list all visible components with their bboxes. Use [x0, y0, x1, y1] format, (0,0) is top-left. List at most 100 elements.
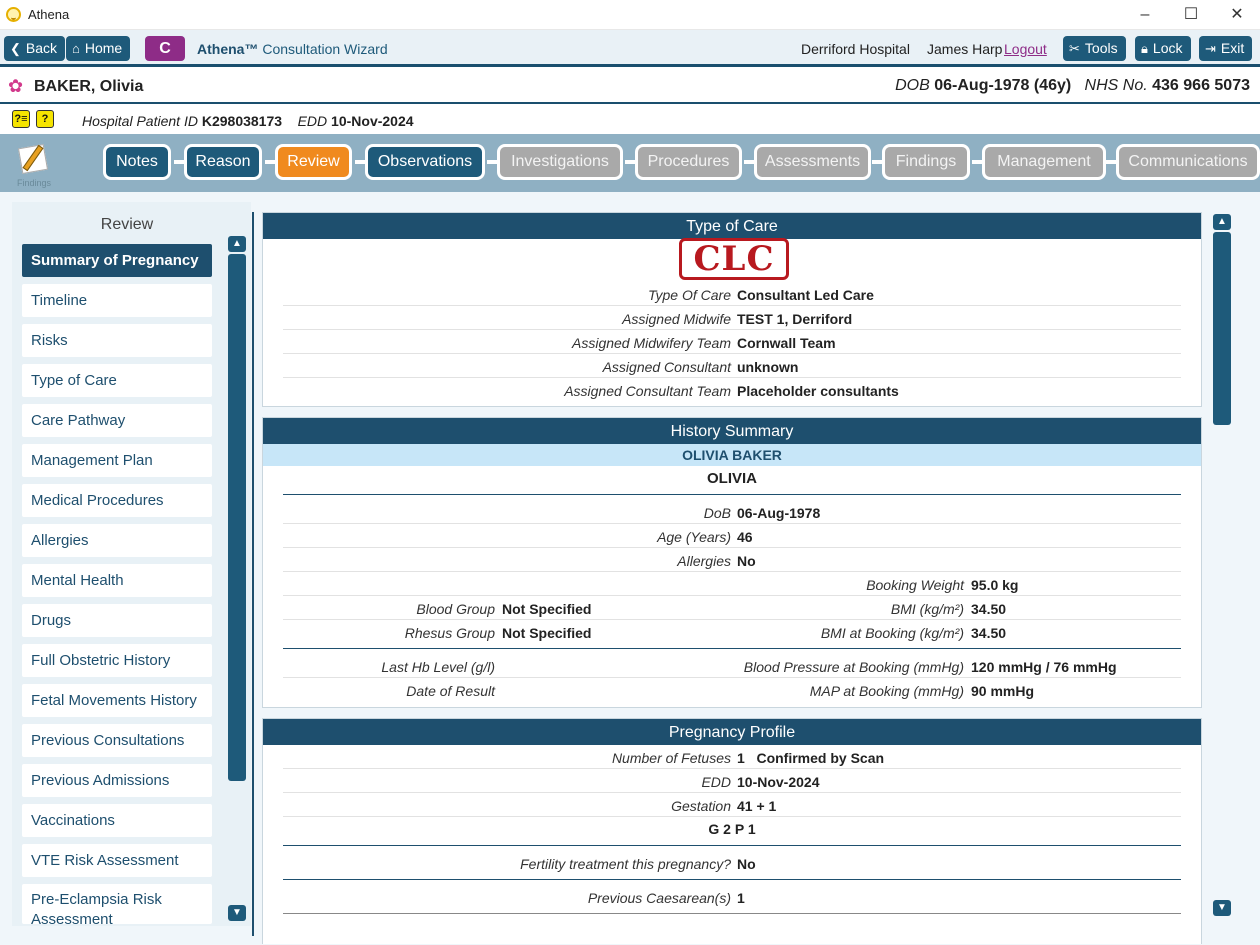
tab-assessments[interactable]: Assessments	[744, 144, 871, 180]
close-window-button[interactable]: ✕	[1214, 0, 1260, 30]
summary-content: Type of Care CLC Type Of Care Consultant…	[262, 212, 1203, 944]
hb-level-label: Last Hb Level (g/l)	[381, 659, 495, 675]
gestation-label: Gestation	[671, 798, 731, 814]
findings-shortcut[interactable]: Findings	[14, 142, 54, 188]
home-button[interactable]: ⌂ Home	[66, 36, 131, 61]
nav-fetal-movements-history[interactable]: Fetal Movements History	[22, 684, 212, 717]
history-summary-header: History Summary	[263, 418, 1201, 444]
caesarean-value: 1	[737, 890, 745, 906]
patient-subbar: ?≡ ? Hospital Patient ID K298038173 EDD …	[0, 106, 1260, 134]
nav-allergies[interactable]: Allergies	[22, 524, 212, 557]
tab-management[interactable]: Management	[972, 144, 1106, 180]
detail-row: Previous Caesarean(s) 1	[283, 885, 1181, 909]
tab-findings[interactable]: Findings	[872, 144, 970, 180]
detail-label: Assigned Midwifery Team	[572, 335, 731, 351]
c-button[interactable]: C	[145, 36, 185, 61]
nav-scroll-down-icon[interactable]: ▼	[228, 905, 246, 921]
nav-risks[interactable]: Risks	[22, 324, 212, 357]
wizard-name: Consultation Wizard	[262, 41, 388, 57]
review-nav: Review Summary of Pregnancy Timeline Ris…	[12, 202, 251, 928]
content-scrollbar[interactable]	[1213, 232, 1231, 425]
lock-icon: 🔒︎	[1141, 41, 1148, 56]
help-icon[interactable]: ?	[36, 110, 54, 128]
tab-reason[interactable]: Reason	[174, 144, 262, 180]
maximize-button[interactable]: ☐	[1168, 0, 1214, 30]
tab-observations[interactable]: Observations	[355, 144, 485, 180]
fetuses-label: Number of Fetuses	[611, 750, 731, 766]
detail-row: Last Hb Level (g/l) Blood Pressure at Bo…	[283, 654, 1181, 678]
back-button[interactable]: ❮ Back	[4, 36, 66, 61]
lock-button[interactable]: 🔒︎ Lock	[1135, 36, 1191, 61]
nav-vaccinations[interactable]: Vaccinations	[22, 804, 212, 837]
bmi-booking-value: 34.50	[971, 625, 1007, 641]
gravida-parity: G 2 P 1	[708, 821, 756, 837]
tools-button[interactable]: ✂ Tools	[1063, 36, 1126, 61]
nav-previous-consultations[interactable]: Previous Consultations	[22, 724, 212, 757]
fetuses-value: 1 Confirmed by Scan	[737, 750, 884, 766]
detail-label: DoB	[703, 505, 731, 521]
detail-row: Assigned Consultant unknown	[283, 354, 1181, 378]
map-booking-label: MAP at Booking (mmHg)	[809, 683, 964, 699]
nhs-label: NHS No.	[1084, 77, 1148, 94]
nav-scroll-up-icon[interactable]: ▲	[228, 236, 246, 252]
detail-row: Gestation 41 + 1	[283, 793, 1181, 817]
detail-label: Assigned Consultant	[602, 359, 731, 375]
nav-previous-admissions[interactable]: Previous Admissions	[22, 764, 212, 797]
nav-care-pathway[interactable]: Care Pathway	[22, 404, 212, 437]
alert-list-icon[interactable]: ?≡	[12, 110, 30, 128]
nav-mental-health[interactable]: Mental Health	[22, 564, 212, 597]
nav-management-plan[interactable]: Management Plan	[22, 444, 212, 477]
detail-row: Number of Fetuses 1 Confirmed by Scan	[283, 745, 1181, 769]
lock-label: Lock	[1152, 40, 1183, 56]
content-scroll-up-icon[interactable]: ▲	[1213, 214, 1231, 230]
exit-icon: ⇥	[1205, 41, 1216, 56]
nav-medical-procedures[interactable]: Medical Procedures	[22, 484, 212, 517]
fertility-value: No	[737, 856, 756, 872]
bmi-label: BMI (kg/m²)	[890, 601, 964, 617]
detail-value: Placeholder consultants	[737, 383, 899, 399]
window-titlebar: Athena – ☐ ✕	[0, 0, 1260, 30]
detail-value: 06-Aug-1978	[737, 505, 821, 521]
rhesus-group-label: Rhesus Group	[404, 625, 495, 641]
bp-booking-value: 120 mmHg / 76 mmHg	[971, 659, 1117, 675]
tab-communications[interactable]: Communications	[1106, 144, 1260, 180]
exit-button[interactable]: ⇥ Exit	[1199, 36, 1253, 61]
nav-full-obstetric-history[interactable]: Full Obstetric History	[22, 644, 212, 677]
tab-procedures[interactable]: Procedures	[625, 144, 742, 180]
nav-drugs[interactable]: Drugs	[22, 604, 212, 637]
booking-weight-label: Booking Weight	[866, 577, 964, 593]
content-scroll-down-icon[interactable]: ▼	[1213, 900, 1231, 916]
nav-scrollbar[interactable]	[228, 254, 246, 781]
tools-label: Tools	[1084, 40, 1118, 56]
edd-profile-value: 10-Nov-2024	[737, 774, 820, 790]
minimize-button[interactable]: –	[1122, 0, 1168, 30]
edd-profile-label: EDD	[701, 774, 731, 790]
detail-row: Assigned Midwife TEST 1, Derriford	[283, 306, 1181, 330]
app-toolbar: ❮ Back ⌂ Home C Athena™ Consultation Wiz…	[0, 30, 1260, 67]
nav-vte-risk-assessment[interactable]: VTE Risk Assessment	[22, 844, 212, 877]
detail-value: 46	[737, 529, 753, 545]
rhesus-group-value: Not Specified	[502, 625, 592, 641]
patient-banner: ✿ BAKER, Olivia DOB 06-Aug-1978 (46y) NH…	[0, 70, 1260, 104]
history-summary-section: History Summary OLIVIA BAKER OLIVIA DoB …	[262, 417, 1202, 708]
detail-value: No	[737, 553, 756, 569]
nav-pre-eclampsia-risk-assessment[interactable]: Pre-Eclampsia Risk Assessment	[22, 884, 212, 928]
detail-row: Allergies No	[283, 548, 1181, 572]
clc-stamp: CLC	[679, 238, 789, 280]
nav-type-of-care[interactable]: Type of Care	[22, 364, 212, 397]
tab-review[interactable]: Review	[265, 144, 352, 180]
detail-label: Assigned Midwife	[622, 311, 731, 327]
exit-label: Exit	[1220, 40, 1245, 56]
tab-notes[interactable]: Notes	[103, 144, 171, 180]
hpid-value: K298038173	[201, 113, 283, 129]
patient-identifiers: DOB 06-Aug-1978 (46y) NHS No. 436 966 50…	[895, 77, 1250, 95]
detail-row: Fertility treatment this pregnancy? No	[283, 851, 1181, 875]
tab-investigations[interactable]: Investigations	[487, 144, 623, 180]
date-of-result-label: Date of Result	[406, 683, 495, 699]
bp-booking-label: Blood Pressure at Booking (mmHg)	[743, 659, 964, 675]
section-divider	[283, 879, 1181, 880]
nav-summary-of-pregnancy[interactable]: Summary of Pregnancy	[22, 244, 212, 277]
detail-row: EDD 10-Nov-2024	[283, 769, 1181, 793]
logout-link[interactable]: Logout	[1004, 41, 1047, 57]
nav-timeline[interactable]: Timeline	[22, 284, 212, 317]
